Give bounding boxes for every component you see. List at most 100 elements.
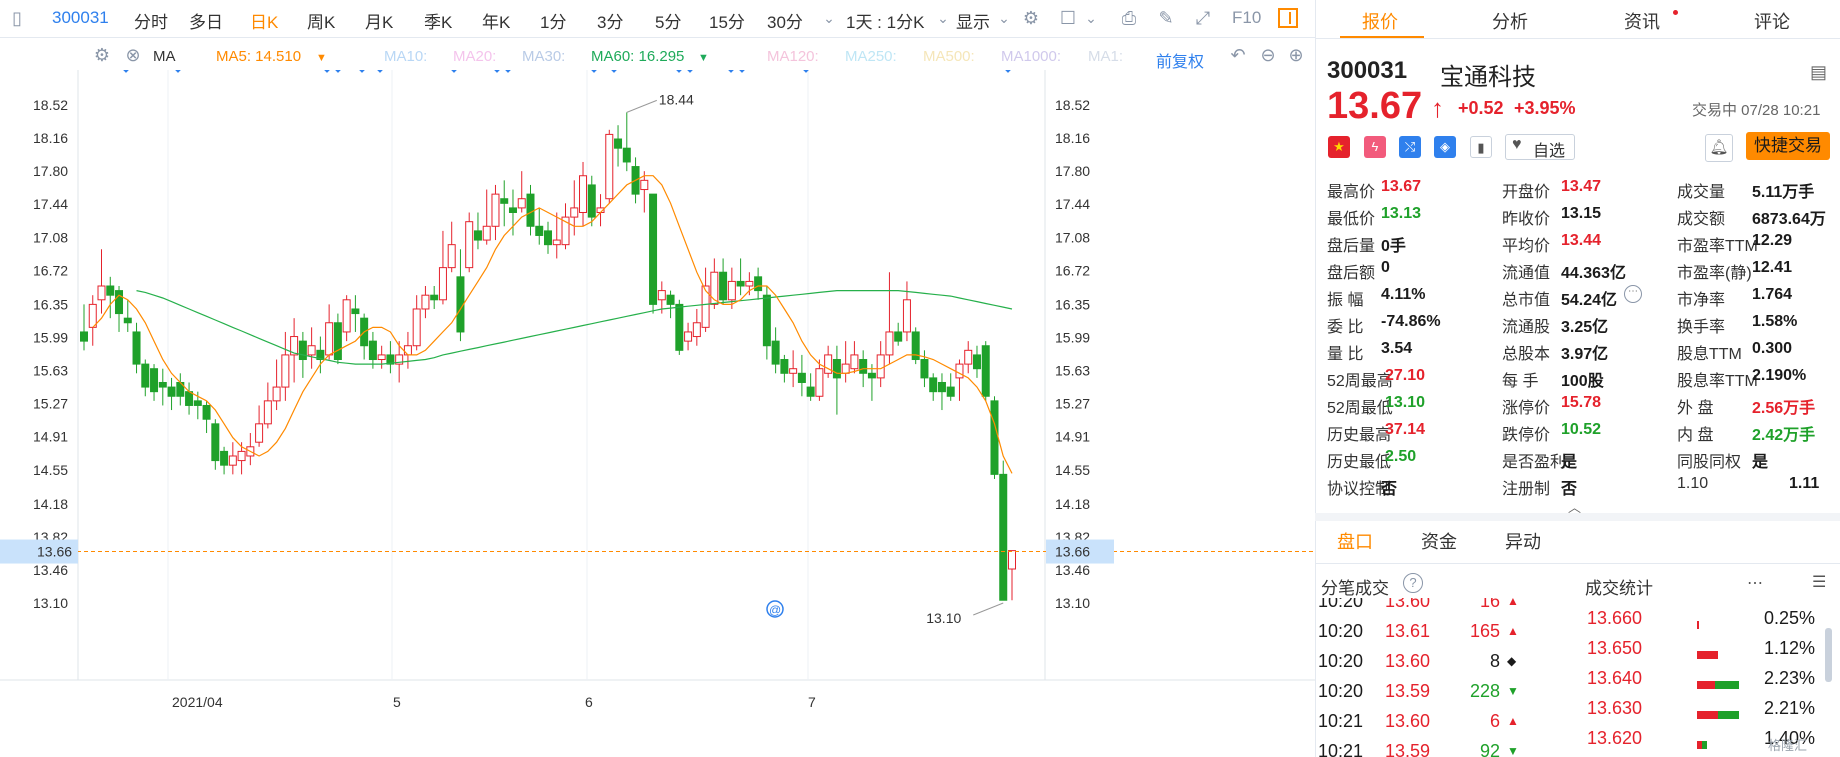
stats-list[interactable]: 13.660 0.25% 13.650 1.12% 13.640 2.23% 13.630 2… <box>1575 598 1825 757</box>
list-menu-icon[interactable]: ☰ <box>1812 572 1826 592</box>
lightning-icon[interactable]: ϟ <box>1364 136 1386 158</box>
shuffle-icon[interactable]: ⤭ <box>1399 136 1421 158</box>
more-options-icon[interactable]: ⋯ <box>1747 573 1763 593</box>
china-flag-icon[interactable]: ★ <box>1328 136 1350 158</box>
display-chevron-icon[interactable]: ⌄ <box>993 7 1015 29</box>
event-marker-icon <box>122 70 130 73</box>
tag-icon[interactable]: ◈ <box>1434 136 1456 158</box>
tick-price: 13.59 <box>1385 741 1431 757</box>
stat-buy-bar <box>1697 651 1718 660</box>
candle-body <box>832 359 841 379</box>
period-tab-quarterly[interactable]: 季K <box>424 8 452 33</box>
panel-layout-icon[interactable]: ▤ <box>1810 62 1827 83</box>
stock-code: 300031 <box>52 8 109 27</box>
ma5-chevron-icon[interactable]: ▼ <box>316 52 327 64</box>
candle-body <box>115 290 124 315</box>
tick-time: 10:20 <box>1318 598 1364 611</box>
period-tab-5min[interactable]: 5分 <box>655 8 681 33</box>
tick-up-icon: ▲ <box>1507 598 1519 608</box>
period-tab-15min[interactable]: 15分 <box>709 8 745 33</box>
panel-toggle-icon[interactable] <box>1278 8 1298 28</box>
ma-close-icon[interactable]: ⊗ <box>122 44 144 66</box>
y-tick-label-right: 15.63 <box>1055 363 1090 379</box>
period-tab-intraday[interactable]: 分时 <box>134 8 168 33</box>
zoom-out-icon[interactable]: ⊖ <box>1257 44 1279 66</box>
ma60-chevron-icon[interactable]: ▼ <box>698 52 709 64</box>
period-tab-multiday[interactable]: 多日 <box>189 8 223 33</box>
stat-percent: 0.25% <box>1763 608 1815 628</box>
adjust-menu[interactable]: 前复权 <box>1156 48 1204 72</box>
candle-body <box>228 455 237 466</box>
ma1-value: MA1: <box>1088 48 1124 65</box>
more-periods-chevron-icon[interactable]: ⌄ <box>818 7 840 29</box>
y-tick-label-left: 14.91 <box>33 429 68 445</box>
quote-field-value: 2.56万手 <box>1752 400 1816 417</box>
x-tick-label: 6 <box>585 694 593 710</box>
y-tick-label-left: 13.10 <box>33 595 68 611</box>
stats-scrollbar[interactable] <box>1825 628 1832 682</box>
event-marker-icon <box>334 70 342 73</box>
display-menu[interactable]: 显示 <box>956 8 990 33</box>
tab-comments[interactable]: 评论 <box>1754 8 1790 34</box>
quote-field-value: 3.54 <box>1381 340 1413 357</box>
stat-buy-bar <box>1697 621 1700 630</box>
square-chevron-icon[interactable]: ⌄ <box>1080 7 1102 29</box>
kline-chart-svg[interactable]: 18.52 18.52 18.16 18.16 17.80 17.80 17.44 17.44… <box>0 70 1315 757</box>
quote-field-value: 13.15 <box>1561 205 1602 222</box>
candle-body <box>430 294 439 301</box>
stat-percent: 1.12% <box>1763 638 1815 658</box>
quote-field-label: 52周最低 <box>1327 400 1393 417</box>
square-toggle-icon[interactable]: ☐ <box>1057 7 1079 29</box>
undo-icon[interactable]: ↶ <box>1227 44 1249 66</box>
fullscreen-icon[interactable]: ⤢ <box>1192 7 1214 29</box>
quick-trade-button[interactable]: 快捷交易 <box>1746 132 1830 160</box>
quote-field-label: 盘后额 <box>1327 265 1376 282</box>
event-marker-icon <box>738 70 746 73</box>
tab-orderbook[interactable]: 盘口 <box>1337 528 1373 554</box>
interval-chevron-icon[interactable]: ⌄ <box>932 7 954 29</box>
quote-field-label: 跌停价 <box>1502 427 1551 444</box>
y-tick-label-left: 14.55 <box>33 462 68 478</box>
quote-fields: 最高价 13.67 开盘价 13.47 成交量 5.11万手 最低价 13.13 昨收价 13.1… <box>1315 178 1840 508</box>
bell-icon[interactable]: 🔔︎ <box>1705 134 1733 162</box>
tab-quote[interactable]: 报价 <box>1362 8 1398 34</box>
ma-label[interactable]: MA <box>153 48 176 65</box>
kline-chart[interactable]: 18.52 18.52 18.16 18.16 17.80 17.80 17.44 17.44… <box>0 70 1315 757</box>
zoom-in-icon[interactable]: ⊕ <box>1285 44 1307 66</box>
help-icon[interactable]: ? <box>1403 573 1423 593</box>
period-tab-3min[interactable]: 3分 <box>597 8 623 33</box>
period-tab-30min[interactable]: 30分 <box>767 8 803 33</box>
candle-body <box>193 400 202 406</box>
bookmark-icon[interactable]: ▮ <box>1470 136 1492 158</box>
event-marker-icon <box>450 70 458 73</box>
period-tab-weekly[interactable]: 周K <box>307 8 335 33</box>
y-tick-label-right: 15.27 <box>1055 396 1090 412</box>
quote-field-label: 成交量 <box>1677 184 1726 201</box>
period-tab-daily[interactable]: 日K <box>250 8 278 33</box>
settings-gear-icon[interactable]: ⚙ <box>1020 7 1042 29</box>
draw-pencil-icon[interactable]: ✎ <box>1155 7 1177 29</box>
period-tab-monthly[interactable]: 月K <box>365 8 393 33</box>
candle-body <box>255 423 264 443</box>
interval-select[interactable]: 1天 : 1分K <box>846 8 924 33</box>
ma20-value: MA20: <box>453 48 497 65</box>
tick-time: 10:21 <box>1318 741 1364 757</box>
quote-field-value: 44.363亿 <box>1561 265 1626 282</box>
period-tab-1min[interactable]: 1分 <box>540 8 566 33</box>
candle-body <box>220 450 229 466</box>
candle-body <box>447 244 456 269</box>
period-tab-yearly[interactable]: 年K <box>482 8 510 33</box>
tab-analysis[interactable]: 分析 <box>1492 8 1528 34</box>
candle-body <box>657 290 666 301</box>
market-cap-more-icon[interactable]: ⋯ <box>1624 285 1642 303</box>
tab-movement[interactable]: 异动 <box>1505 528 1541 554</box>
camera-icon[interactable]: ⎙ <box>1118 7 1140 29</box>
tab-funds[interactable]: 资金 <box>1421 528 1457 554</box>
ticks-list[interactable]: 10:20 13.60 16 ▲ 10:20 13.61 165 ▲ 10:20 13.60 8 ◆ 1… <box>1315 598 1565 757</box>
price-change: +0.52 <box>1458 98 1504 118</box>
tab-news[interactable]: 资讯 <box>1624 8 1660 34</box>
f10-button[interactable]: F10 <box>1232 8 1261 28</box>
ma-settings-icon[interactable]: ⚙ <box>91 44 113 66</box>
sidebar-toggle-icon[interactable]: ▯ <box>6 7 28 29</box>
candle-body <box>990 400 999 475</box>
